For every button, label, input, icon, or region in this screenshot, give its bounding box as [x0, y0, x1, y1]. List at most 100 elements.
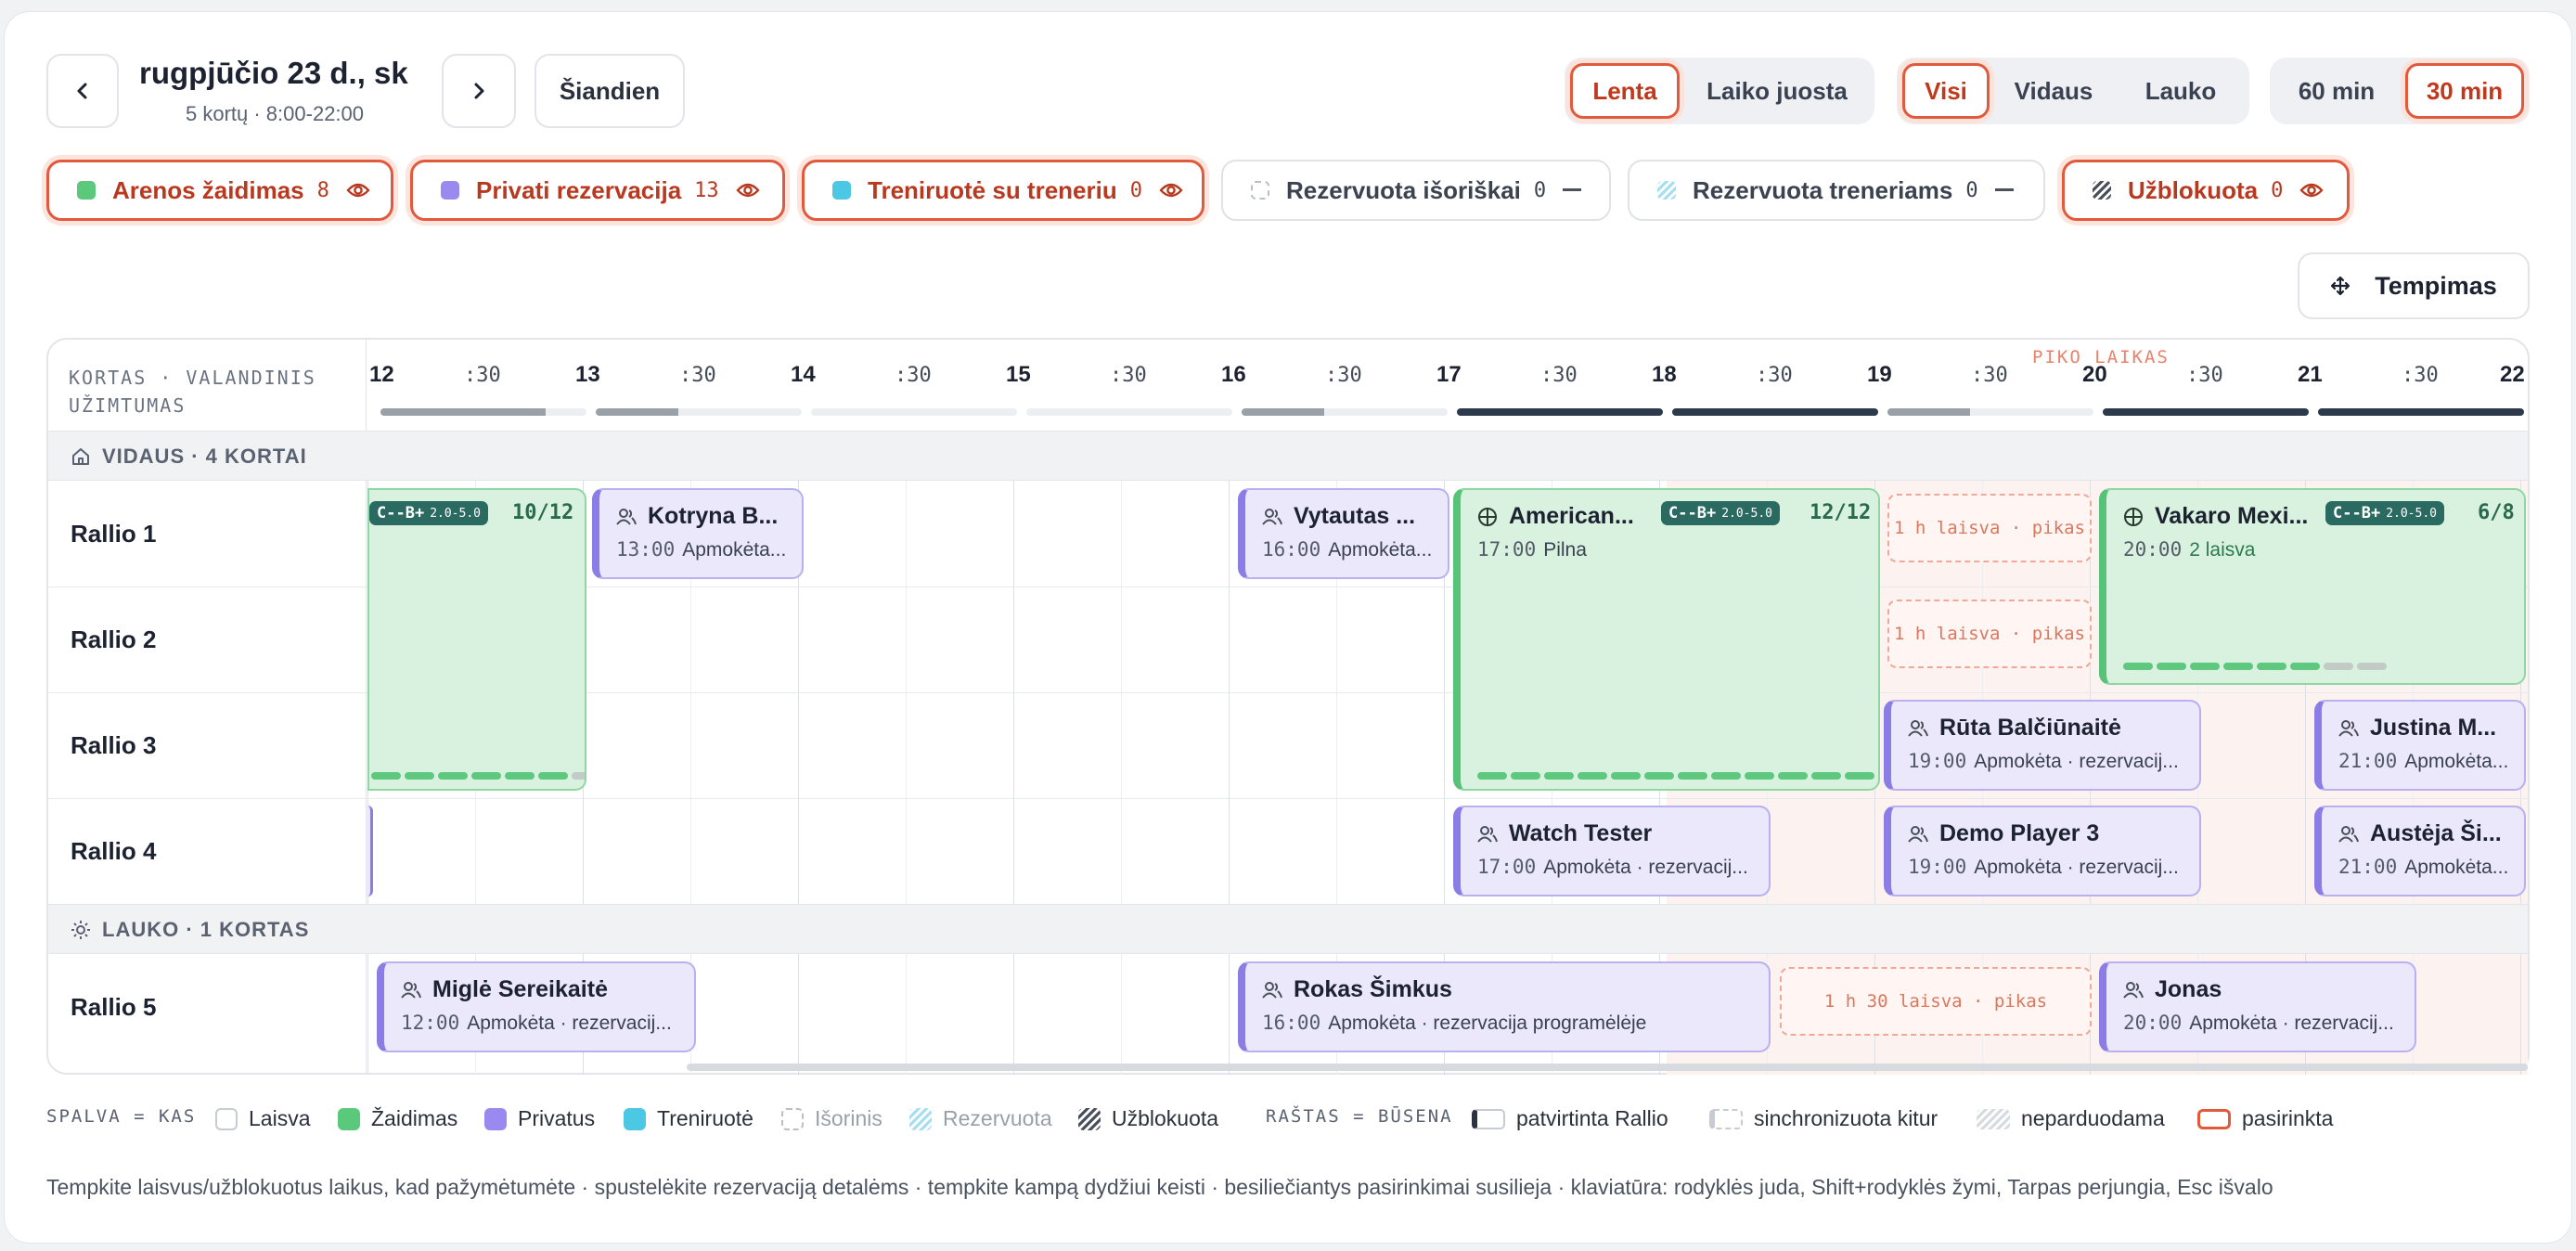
level-badge: C--B+ 2.0-5.0 [369, 501, 488, 525]
drag-mode-button[interactable]: Tempimas [2298, 252, 2530, 319]
free-peak-slot[interactable]: 1 h 30 laisva · pikas [1780, 967, 2092, 1036]
chip-arena-game[interactable]: Arenos žaidimas 8 [46, 160, 393, 221]
view-board-option[interactable]: Lenta [1570, 63, 1680, 119]
capacity-pip [1711, 772, 1741, 780]
legend-confirmed: patvirtinta Rallio [1472, 1106, 1668, 1131]
filter-all-option[interactable]: Visi [1902, 63, 1990, 119]
capacity-pip [1511, 772, 1540, 780]
private-booking-event[interactable]: Watch Tester 17:00 Apmokėta · rezervacij.… [1453, 806, 1771, 896]
slot-60-option[interactable]: 60 min [2275, 63, 2398, 119]
legend-not-for-sale: neparduodama [1977, 1106, 2165, 1131]
event-desc: Pilna [1543, 539, 1587, 561]
chip-blocked[interactable]: Užblokuota 0 [2062, 160, 2350, 221]
private-booking-event[interactable]: Rokas Šimkus 16:00 Apmokėta · rezervacija… [1238, 961, 1771, 1052]
half-hour-label: :30 [1325, 364, 1362, 387]
slot-size-toggle: 60 min 30 min [2270, 58, 2530, 124]
event-title: Miglė Sereikaitė [432, 976, 608, 1002]
chip-label: Treniruotė su treneriu [868, 175, 1117, 204]
court-label-5: Rallio 5 [71, 993, 157, 1021]
chip-coach-reserved[interactable]: Rezervuota treneriams 0 [1628, 160, 2045, 221]
help-footer: Tempkite laisvus/užblokuotus laikus, kad… [46, 1175, 2273, 1199]
private-booking-event[interactable]: Miglė Sereikaitė 12:00 Apmokėta · rezerva… [377, 961, 696, 1052]
capacity: 12/12 [1810, 501, 1872, 524]
event-time: 13:00 [616, 538, 676, 561]
private-booking-event[interactable]: Vytautas ... 16:00 Apmokėta... [1238, 488, 1449, 579]
arena-game-event[interactable]: C--B+ 2.0-5.0 10/12 [367, 488, 586, 791]
half-hour-label: :30 [1971, 364, 2008, 387]
legend-reserved: Rezervuota [909, 1106, 1052, 1131]
capacity-pips [2123, 663, 2387, 670]
chip-external-booked[interactable]: Rezervuota išoriškai 0 [1221, 160, 1611, 221]
chip-count: 0 [1533, 178, 1547, 202]
minus-icon[interactable] [1563, 188, 1582, 192]
event-desc: Apmokėta · rezervacij... [2189, 1012, 2394, 1034]
event-desc: Apmokėta · rezervacij... [1974, 751, 2179, 772]
eye-icon[interactable] [2299, 182, 2324, 199]
private-booking-event[interactable]: Justina M... 21:00 Apmokėta... [2314, 700, 2526, 791]
event-title: Watch Tester [1509, 820, 1653, 846]
event-time: 17:00 [1477, 856, 1537, 878]
half-hour-label: :30 [1756, 364, 1793, 387]
capacity-pip [1578, 772, 1607, 780]
hour-20: 20 [2082, 362, 2107, 387]
capacity-pip [438, 772, 468, 780]
legend-synced: sinchronizuota kitur [1709, 1106, 1938, 1131]
eye-icon[interactable] [736, 182, 760, 199]
event-edge[interactable] [366, 806, 373, 896]
capacity-pip [1811, 772, 1841, 780]
arena-game-event[interactable]: Vakaro Mexi... C--B+ 2.0-5.0 6/8 20:00 2 l… [2099, 488, 2526, 685]
capacity-pip [2190, 663, 2220, 670]
half-hour-label: :30 [1540, 364, 1578, 387]
private-booking-event[interactable]: Austėja Ši... 21:00 Apmokėta... [2314, 806, 2526, 896]
capacity-pip [505, 772, 535, 780]
next-day-button[interactable] [442, 54, 516, 128]
chip-count: 13 [694, 178, 719, 202]
chip-private-booking[interactable]: Privati rezervacija 13 [410, 160, 785, 221]
group-icon [1262, 981, 1282, 1000]
private-booking-event[interactable]: Jonas 20:00 Apmokėta · rezervacij... [2099, 961, 2416, 1052]
half-hour-label: :30 [2186, 364, 2223, 387]
group-icon [2338, 719, 2359, 738]
hour-15: 15 [1006, 362, 1031, 387]
hour-22: 22 [2500, 362, 2525, 387]
arena-swatch [77, 181, 96, 200]
hour-occupancy-bar [1457, 408, 1663, 416]
hour-occupancy-bar [2103, 408, 2309, 416]
row-divider [48, 798, 2528, 799]
group-icon [401, 981, 421, 1000]
capacity-pip [2324, 663, 2353, 670]
minus-icon[interactable] [1994, 188, 2014, 192]
event-time: 19:00 [1908, 750, 1967, 772]
today-button[interactable]: Šiandien [535, 54, 685, 128]
slot-30-option[interactable]: 30 min [2405, 63, 2524, 119]
corner-line-2: UŽIMTUMAS [69, 394, 187, 417]
coach-swatch [1657, 181, 1676, 200]
filter-outdoor-option[interactable]: Lauko [2118, 63, 2244, 119]
view-timeline-option[interactable]: Laiko juosta [1685, 63, 1869, 119]
training-swatch [832, 181, 851, 200]
eye-icon[interactable] [1159, 182, 1183, 199]
eye-icon[interactable] [346, 182, 370, 199]
free-peak-slot[interactable]: 1 h laisva · pikas [1887, 600, 2092, 668]
event-title: Rokas Šimkus [1294, 976, 1452, 1002]
horizontal-scrollbar[interactable] [687, 1064, 2528, 1071]
private-booking-event[interactable]: Demo Player 3 19:00 Apmokėta · rezervacij… [1884, 806, 2201, 896]
chip-coach-training[interactable]: Treniruotė su treneriu 0 [802, 160, 1204, 221]
grid-line [1121, 954, 1122, 1075]
arena-game-event[interactable]: American... C--B+ 2.0-5.0 12/12 17:00 Piln… [1453, 488, 1880, 791]
capacity-pips [371, 772, 585, 780]
event-time: 16:00 [1262, 1012, 1321, 1034]
event-time: 12:00 [401, 1012, 460, 1034]
prev-day-button[interactable] [46, 54, 119, 128]
event-desc: Apmokėta... [1328, 539, 1433, 561]
hour-14: 14 [791, 362, 816, 387]
capacity-pip [1678, 772, 1707, 780]
filter-indoor-option[interactable]: Vidaus [1993, 63, 2114, 119]
event-desc: Apmokėta · rezervacij... [1974, 857, 2179, 878]
grid-line [367, 954, 368, 1075]
private-booking-event[interactable]: Kotryna B... 13:00 Apmokėta... [592, 488, 804, 579]
private-booking-event[interactable]: Rūta Balčiūnaitė 19:00 Apmokėta · rezerva… [1884, 700, 2201, 791]
hour-occupancy-bar [1672, 408, 1878, 416]
free-peak-slot[interactable]: 1 h laisva · pikas [1887, 494, 2092, 562]
private-swatch [441, 181, 459, 200]
